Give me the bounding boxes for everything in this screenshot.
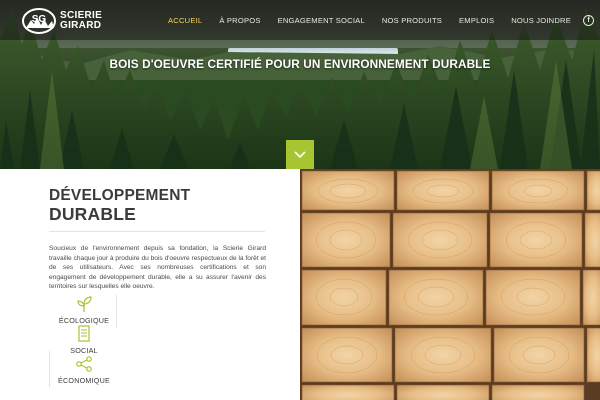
title-divider: [49, 231, 265, 232]
nav-item-nos-produits[interactable]: NOS PRODUITS: [382, 16, 442, 25]
nav-item-nous-joindre[interactable]: NOUS JOINDRE: [511, 16, 571, 25]
section-title-line2: DURABLE: [49, 204, 136, 224]
hero-title: BOIS D'OEUVRE CERTIFIÉ POUR UN ENVIRONNE…: [109, 57, 491, 71]
tab-ecologique[interactable]: ÉCOLOGIQUE: [49, 295, 119, 326]
facebook-icon[interactable]: f: [583, 14, 594, 26]
nav-item-a-propos[interactable]: À PROPOS: [219, 16, 260, 25]
nav-item-engagement-social[interactable]: ENGAGEMENT SOCIAL: [278, 16, 365, 25]
top-navigation-bar: SG SCIERIE GIRARD ACCUEIL À PROPOS ENGAG…: [0, 0, 600, 40]
main-nav: ACCUEIL À PROPOS ENGAGEMENT SOCIAL NOS P…: [151, 0, 594, 40]
chevron-down-icon: [294, 150, 306, 158]
tab-ecologique-label: ÉCOLOGIQUE: [58, 316, 110, 325]
nav-item-emplois[interactable]: EMPLOIS: [459, 16, 494, 25]
tab-social-label: SOCIAL: [70, 346, 98, 355]
logo-initials: SG: [32, 14, 47, 25]
pillar-tabs: ÉCOLOGIQUE SOCIAL ÉCONOMIQUE: [49, 295, 119, 387]
share-icon: [76, 356, 92, 372]
sustainability-section: DÉVELOPPEMENT DURABLE Soucieux de l'envi…: [0, 169, 300, 400]
tab-social[interactable]: SOCIAL: [49, 325, 119, 356]
section-title-line1: DÉVELOPPEMENT: [49, 187, 191, 204]
logo-mark-icon: SG: [22, 8, 56, 34]
hero-banner: SG SCIERIE GIRARD ACCUEIL À PROPOS ENGAG…: [0, 0, 600, 169]
nav-item-accueil[interactable]: ACCUEIL: [168, 16, 202, 25]
sprout-icon: [77, 296, 92, 312]
logo-line2: GIRARD: [60, 20, 102, 31]
tab-economique[interactable]: ÉCONOMIQUE: [49, 355, 119, 386]
section-description: Soucieux de l'environnement depuis sa fo…: [49, 245, 266, 290]
lumber-stack-image: [300, 169, 600, 400]
scroll-down-button[interactable]: [286, 140, 314, 169]
logo-wordmark: SCIERIE GIRARD: [60, 11, 102, 31]
tab-economique-label: ÉCONOMIQUE: [58, 376, 110, 385]
document-icon: [78, 325, 90, 342]
lumber-ends-illustration: [300, 169, 600, 400]
site-logo[interactable]: SG SCIERIE GIRARD: [22, 8, 102, 34]
